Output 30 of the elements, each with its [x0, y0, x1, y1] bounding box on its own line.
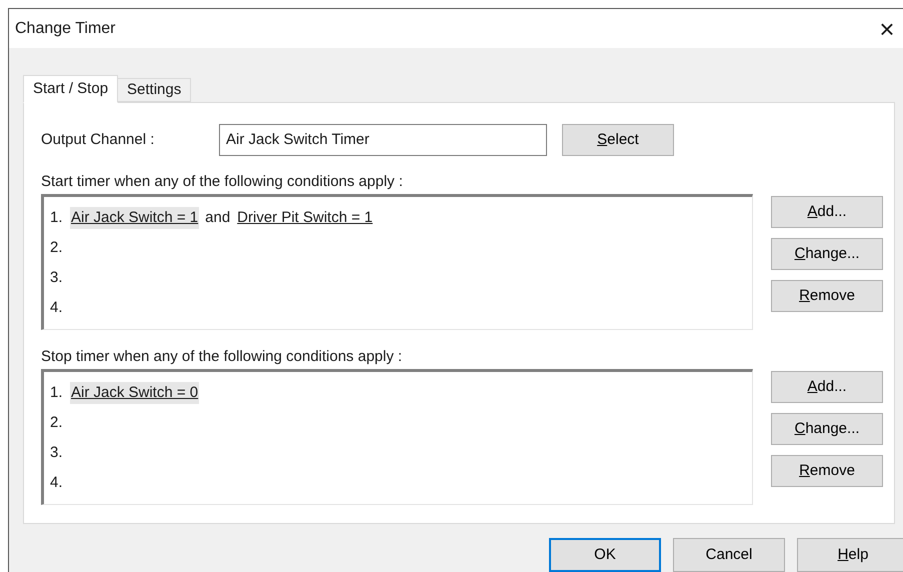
joining-word: and — [205, 208, 230, 228]
row-number: 4. — [50, 472, 64, 493]
section-heading: Start timer when any of the following conditions apply : — [41, 172, 404, 192]
list-action-button[interactable]: Change... — [771, 412, 883, 445]
list-action-button[interactable]: Add... — [771, 370, 883, 403]
condition-link[interactable]: Air Jack Switch = 0 — [70, 382, 200, 404]
row-number: 3. — [50, 442, 64, 463]
section-heading: Stop timer when any of the following conditions apply : — [41, 346, 404, 367]
field-label: Output Channel : — [41, 130, 156, 150]
row-number: 2. — [50, 238, 64, 258]
row-number: 1. — [50, 382, 64, 403]
dialog-button[interactable]: Cancel — [673, 538, 785, 572]
output-channel-field[interactable]: Air Jack Switch Timer — [219, 124, 547, 156]
dialog-button[interactable]: Help — [797, 538, 903, 572]
list-action-button[interactable]: Add... — [771, 196, 883, 228]
condition-link[interactable]: Air Jack Switch = 1 — [70, 206, 200, 230]
list-action-button[interactable]: Remove — [771, 454, 883, 487]
row-number: 3. — [50, 268, 64, 288]
list-action-button[interactable]: Remove — [771, 280, 883, 312]
tab[interactable]: Settings — [117, 78, 192, 102]
tab[interactable]: Start / Stop — [23, 74, 118, 103]
dialog-button[interactable]: OK — [549, 538, 661, 572]
row-number: 4. — [50, 298, 64, 318]
list-action-button[interactable]: Change... — [771, 238, 883, 270]
close-button[interactable]: × — [875, 14, 899, 43]
row-number: 2. — [50, 412, 64, 433]
select-button[interactable]: Select — [562, 124, 674, 156]
row-number: 1. — [50, 208, 64, 228]
window-title: Change Timer — [15, 18, 116, 39]
condition-link[interactable]: Driver Pit Switch = 1 — [236, 206, 374, 230]
